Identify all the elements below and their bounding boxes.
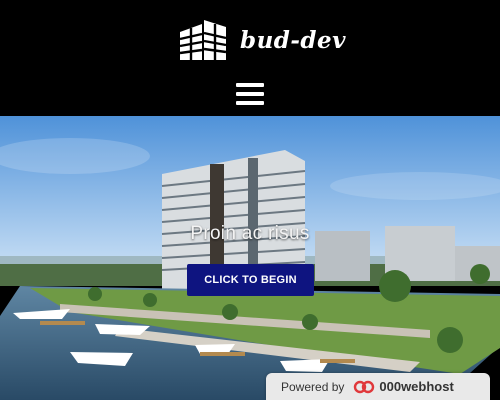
brand-name: bud-dev bbox=[240, 26, 347, 54]
hamburger-menu-icon[interactable] bbox=[236, 83, 264, 105]
site-header: bud-dev bbox=[0, 0, 500, 116]
click-to-begin-button[interactable]: CLICK TO BEGIN bbox=[187, 264, 314, 296]
powered-by-label: Powered by bbox=[281, 379, 345, 394]
hero-title: Proin ac risus bbox=[190, 223, 310, 244]
hero-section: Proin ac risus CLICK TO BEGIN bbox=[0, 116, 500, 400]
brand[interactable]: bud-dev bbox=[178, 16, 346, 64]
buildings-logo-icon bbox=[179, 20, 227, 60]
powered-by-badge[interactable]: Powered by 000webhost bbox=[266, 373, 490, 400]
hero-background-image bbox=[0, 116, 500, 400]
webhost-name: 000webhost bbox=[379, 379, 454, 394]
webhost-logo-icon bbox=[354, 380, 375, 393]
